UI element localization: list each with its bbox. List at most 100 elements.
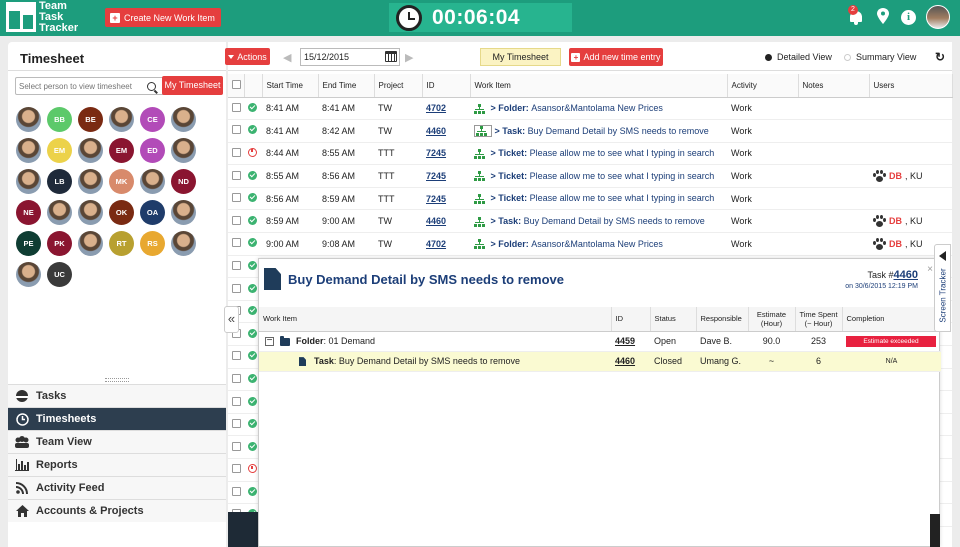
nav-reports[interactable]: Reports xyxy=(8,453,226,476)
work-item-id-link[interactable]: 4702 xyxy=(426,239,446,249)
work-item-id-link[interactable]: 4702 xyxy=(426,103,446,113)
checkbox[interactable] xyxy=(232,486,241,496)
col-notes[interactable]: Notes xyxy=(798,74,870,98)
create-work-item-button[interactable]: + Create New Work Item xyxy=(105,8,221,27)
avatar[interactable] xyxy=(171,107,196,132)
avatar[interactable]: ED xyxy=(140,138,165,163)
nav-accounts-projects[interactable]: Accounts & Projects xyxy=(8,499,226,522)
summary-view-radio[interactable]: Summary View xyxy=(844,52,916,62)
avatar[interactable]: LB xyxy=(47,169,72,194)
detailed-view-radio[interactable]: Detailed View xyxy=(765,52,832,62)
calendar-icon[interactable] xyxy=(385,51,397,62)
avatar[interactable] xyxy=(16,262,41,287)
popup-row-folder[interactable]: − Folder: 01 Demand 4459 Open Dave B. 90.… xyxy=(259,331,941,352)
nav-tasks[interactable]: Tasks xyxy=(8,384,226,407)
avatar[interactable]: BE xyxy=(78,107,103,132)
avatar[interactable] xyxy=(78,169,103,194)
work-item-cell[interactable]: > Folder: Asansor&Mantolama New Prices xyxy=(470,97,727,121)
checkbox[interactable] xyxy=(232,170,241,180)
col-start-time[interactable]: Start Time xyxy=(262,74,319,98)
checkbox[interactable] xyxy=(232,125,241,135)
avatar[interactable]: EM xyxy=(47,138,72,163)
avatar[interactable]: RS xyxy=(140,231,165,256)
logo-icon[interactable] xyxy=(6,2,36,32)
checkbox[interactable] xyxy=(232,147,241,157)
avatar[interactable]: OK xyxy=(109,200,134,225)
nav-team-view[interactable]: Team View xyxy=(8,430,226,453)
avatar[interactable] xyxy=(109,107,134,132)
person-search-input[interactable] xyxy=(16,81,144,91)
timer[interactable]: 00:06:04 xyxy=(389,3,572,32)
my-timesheet-button[interactable]: My Timesheet xyxy=(162,76,223,95)
bell-icon[interactable]: 2 xyxy=(847,5,865,26)
checkbox[interactable] xyxy=(232,464,241,474)
table-row[interactable]: 8:59 AM 9:00 AM TW 4460 > Task: Buy Demand … xyxy=(228,209,952,234)
work-item-cell[interactable]: > Ticket: Please allow me to see what I … xyxy=(470,187,727,211)
actions-button[interactable]: Actions xyxy=(225,48,270,65)
avatar[interactable]: PK xyxy=(47,231,72,256)
avatar[interactable] xyxy=(171,200,196,225)
avatar[interactable] xyxy=(140,169,165,194)
table-row[interactable]: 8:41 AM 8:41 AM TW 4702 > Folder: Asansor&M… xyxy=(228,97,952,121)
avatar[interactable]: MK xyxy=(109,169,134,194)
item-id-link[interactable]: 4460 xyxy=(615,356,635,366)
avatar[interactable] xyxy=(16,169,41,194)
select-all[interactable] xyxy=(228,74,245,98)
avatar[interactable]: PE xyxy=(16,231,41,256)
table-row[interactable]: 8:55 AM 8:56 AM TTT 7245 > Ticket: Please a… xyxy=(228,164,952,188)
screen-tracker-tab[interactable]: Screen Tracker xyxy=(934,244,951,332)
nav-activity-feed[interactable]: Activity Feed xyxy=(8,476,226,499)
user-avatar[interactable] xyxy=(926,5,950,29)
checkbox[interactable] xyxy=(232,238,241,248)
person-search[interactable] xyxy=(15,77,165,95)
work-item-id-link[interactable]: 7245 xyxy=(426,148,446,158)
col-activity[interactable]: Activity xyxy=(727,74,799,98)
nav-timesheets[interactable]: Timesheets xyxy=(8,407,226,430)
my-timesheet-tab[interactable]: My Timesheet xyxy=(480,48,561,66)
checkbox[interactable] xyxy=(232,215,241,225)
add-time-entry-button[interactable]: + Add new time entry xyxy=(569,48,663,66)
checkbox[interactable] xyxy=(232,441,241,451)
table-row[interactable]: 8:56 AM 8:59 AM TTT 7245 > Ticket: Please a… xyxy=(228,187,952,211)
popup-row-task[interactable]: Task: Buy Demand Detail by SMS needs to … xyxy=(259,351,941,372)
avatar[interactable] xyxy=(47,200,72,225)
avatar[interactable] xyxy=(171,231,196,256)
work-item-cell[interactable]: > Folder: Asansor&Mantolama New Prices xyxy=(470,232,727,256)
checkbox[interactable] xyxy=(232,193,241,203)
avatar[interactable]: NE xyxy=(16,200,41,225)
checkbox[interactable] xyxy=(232,396,241,406)
col-users[interactable]: Users xyxy=(869,74,953,98)
avatar[interactable] xyxy=(78,138,103,163)
close-icon[interactable]: × xyxy=(927,264,933,275)
work-item-id-link[interactable]: 4460 xyxy=(426,216,446,226)
avatar[interactable]: BB xyxy=(47,107,72,132)
info-icon[interactable]: i xyxy=(901,9,916,25)
resize-grip[interactable] xyxy=(105,378,129,382)
work-item-id-link[interactable]: 4460 xyxy=(426,126,446,136)
avatar[interactable] xyxy=(78,200,103,225)
col-id[interactable]: ID xyxy=(422,74,471,98)
checkbox[interactable] xyxy=(232,373,241,383)
avatar[interactable]: EM xyxy=(109,138,134,163)
next-day-icon[interactable]: ▶ xyxy=(405,51,413,64)
search-icon[interactable] xyxy=(147,81,156,91)
avatar[interactable] xyxy=(171,138,196,163)
prev-day-icon[interactable]: ◀ xyxy=(283,51,291,64)
scrollbar[interactable] xyxy=(930,514,940,547)
avatar[interactable]: UC xyxy=(47,262,72,287)
col-project[interactable]: Project xyxy=(374,74,423,98)
checkbox[interactable] xyxy=(232,79,241,89)
table-row[interactable]: 8:41 AM 8:42 AM TW 4460 > Task: Buy Demand … xyxy=(228,119,952,143)
refresh-icon[interactable]: ↻ xyxy=(935,50,945,64)
avatar[interactable] xyxy=(16,107,41,132)
avatar[interactable] xyxy=(78,231,103,256)
checkbox[interactable] xyxy=(232,260,241,270)
work-item-id-link[interactable]: 7245 xyxy=(426,171,446,181)
avatar[interactable]: OA xyxy=(140,200,165,225)
collapse-icon[interactable]: − xyxy=(265,336,274,347)
checkbox[interactable] xyxy=(232,419,241,429)
item-id-link[interactable]: 4459 xyxy=(615,336,635,346)
work-item-cell[interactable]: > Ticket: Please allow me to see what I … xyxy=(470,142,727,166)
work-item-cell[interactable]: > Task: Buy Demand Detail by SMS needs t… xyxy=(470,209,727,234)
work-item-id-link[interactable]: 7245 xyxy=(426,194,446,204)
